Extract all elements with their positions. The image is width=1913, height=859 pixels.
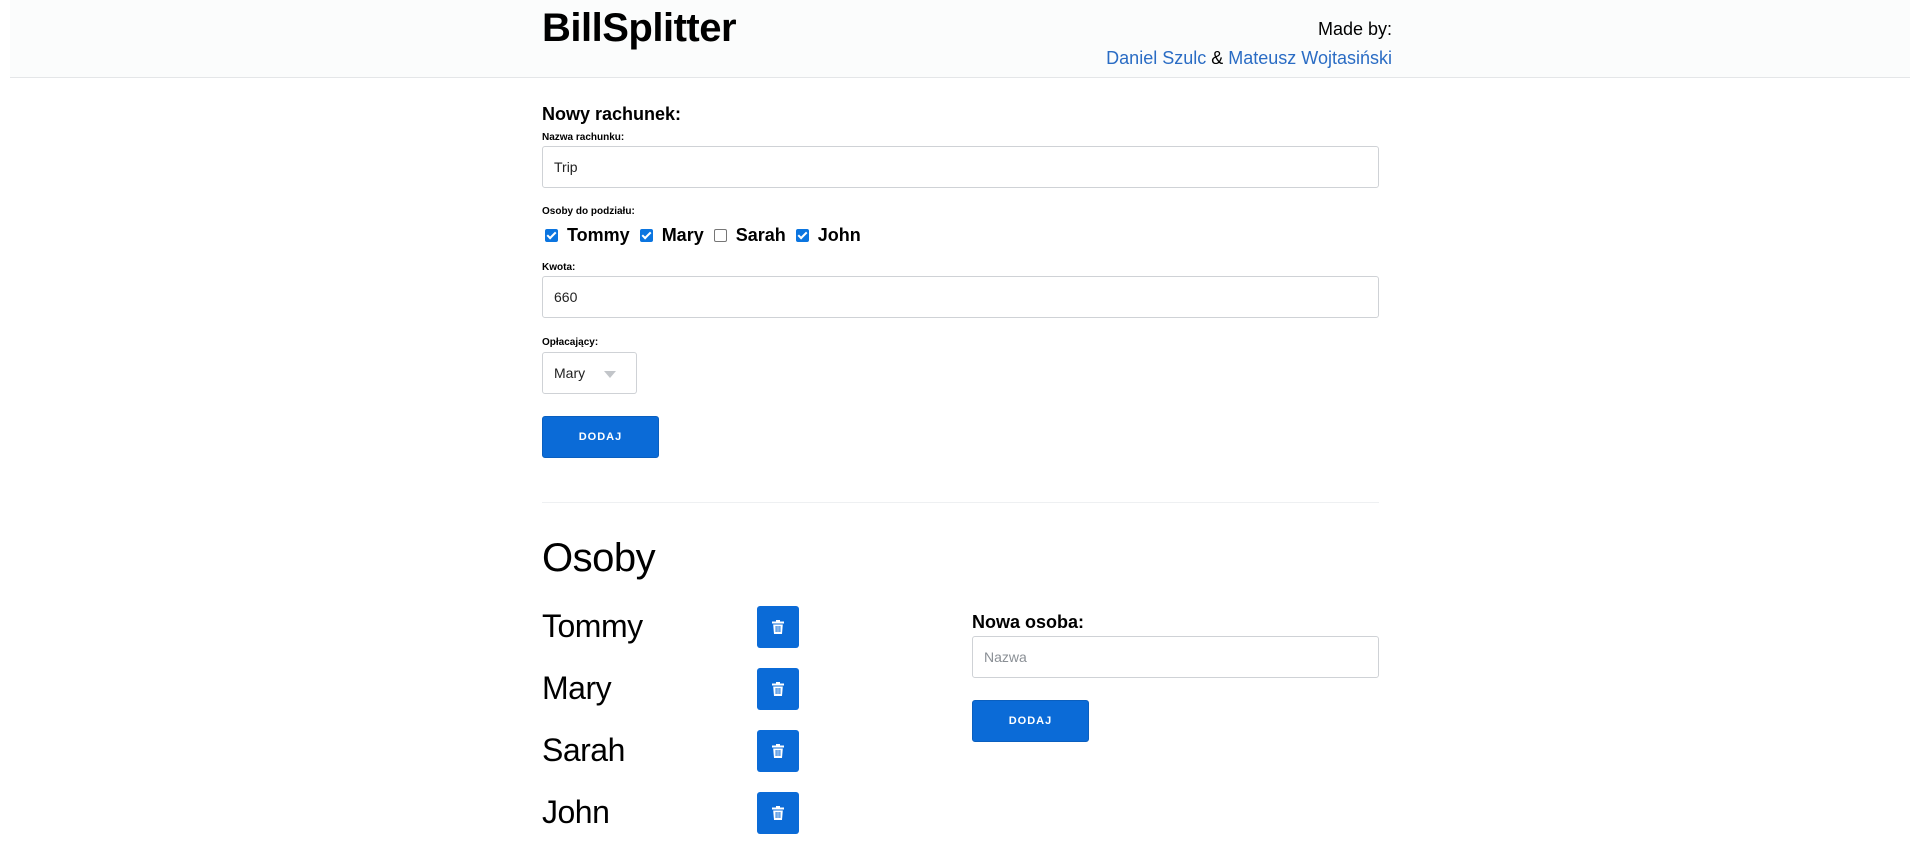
amount-input[interactable] bbox=[542, 276, 1379, 318]
amount-label: Kwota: bbox=[542, 262, 576, 273]
person-row: Sarah bbox=[542, 730, 802, 772]
checkbox-tommy[interactable]: Tommy bbox=[545, 225, 630, 246]
add-bill-button[interactable]: DODAJ bbox=[542, 416, 659, 458]
checkbox-label: Sarah bbox=[735, 225, 786, 245]
author-link-daniel[interactable]: Daniel Szulc bbox=[1106, 48, 1206, 68]
person-name: Sarah bbox=[542, 732, 625, 768]
author-separator: & bbox=[1211, 48, 1224, 68]
checkbox-checked-icon[interactable] bbox=[795, 229, 809, 242]
top-bar: BillSplitter Made by: Daniel Szulc & Mat… bbox=[10, 0, 1910, 78]
delete-person-button[interactable] bbox=[757, 668, 799, 710]
checkbox-sarah[interactable]: Sarah bbox=[713, 225, 786, 246]
person-name: Mary bbox=[542, 670, 612, 706]
checkbox-checked-icon[interactable] bbox=[639, 229, 653, 242]
bill-name-input[interactable] bbox=[542, 146, 1379, 188]
app-logo: BillSplitter bbox=[542, 6, 737, 50]
checkbox-checked-icon[interactable] bbox=[545, 229, 558, 242]
made-by-label: Made by: bbox=[1317, 19, 1392, 39]
delete-person-button[interactable] bbox=[757, 606, 799, 648]
person-row: Tommy bbox=[542, 606, 802, 648]
people-checkbox-group: Tommy Mary Sarah John bbox=[545, 225, 871, 246]
person-row: John bbox=[542, 792, 802, 834]
payer-select-value: Mary bbox=[554, 365, 586, 381]
person-name: Tommy bbox=[542, 608, 643, 644]
trash-icon bbox=[772, 744, 784, 758]
trash-icon bbox=[772, 806, 784, 820]
checkbox-label: John bbox=[817, 225, 861, 245]
credits: Made by: Daniel Szulc & Mateusz Wojtasiń… bbox=[1106, 15, 1392, 73]
payer-label: Opłacający: bbox=[542, 337, 599, 348]
people-to-split-label: Osoby do podziału: bbox=[542, 206, 635, 217]
person-name: John bbox=[542, 794, 610, 830]
author-link-mateusz[interactable]: Mateusz Wojtasiński bbox=[1228, 48, 1392, 68]
new-person-label: Nowa osoba: bbox=[972, 612, 1085, 632]
checkbox-label: Mary bbox=[661, 225, 704, 245]
people-section-title: Osoby bbox=[542, 536, 656, 580]
delete-person-button[interactable] bbox=[757, 792, 799, 834]
checkbox-john[interactable]: John bbox=[795, 225, 861, 246]
new-person-input[interactable] bbox=[972, 636, 1379, 678]
trash-icon bbox=[772, 682, 784, 696]
delete-person-button[interactable] bbox=[757, 730, 799, 772]
trash-icon bbox=[772, 620, 784, 634]
chevron-down-icon bbox=[604, 371, 616, 378]
new-bill-title: Nowy rachunek: bbox=[542, 104, 682, 124]
bill-name-label: Nazwa rachunku: bbox=[542, 132, 625, 143]
checkbox-unchecked-icon[interactable] bbox=[713, 229, 727, 242]
checkbox-mary[interactable]: Mary bbox=[639, 225, 704, 246]
payer-select[interactable]: Mary bbox=[542, 352, 637, 394]
checkbox-label: Tommy bbox=[567, 225, 630, 245]
add-person-button[interactable]: DODAJ bbox=[972, 700, 1089, 742]
person-row: Mary bbox=[542, 668, 802, 710]
section-divider bbox=[542, 502, 1379, 503]
